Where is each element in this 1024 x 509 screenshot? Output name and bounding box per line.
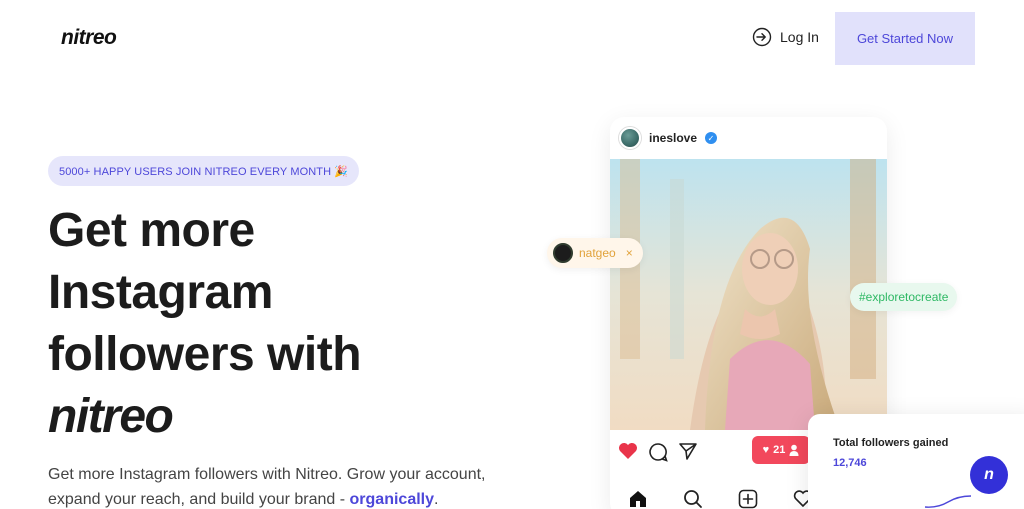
search-icon[interactable] [683,489,703,509]
home-icon[interactable] [628,489,648,509]
followers-stats-card: Total followers gained 12,746 n [808,414,1024,509]
get-started-button[interactable]: Get Started Now [835,12,975,65]
headline-line-1: Get more [48,204,255,257]
like-count: 21 [773,444,786,456]
headline-line-3: followers with [48,328,362,381]
person-icon [789,444,799,456]
comment-icon[interactable] [648,442,668,462]
headline-line-2: Instagram [48,266,273,319]
post-photo [610,159,887,430]
tag-natgeo[interactable]: natgeo × [547,238,643,268]
tag-natgeo-label: natgeo [579,246,616,260]
likes-notification-badge: ♥ 21 [752,436,810,464]
like-heart-icon: ♥ [762,444,770,456]
avatar[interactable] [619,127,641,149]
login-label: Log In [780,29,819,45]
login-link[interactable]: Log In [752,27,819,47]
heart-icon[interactable] [618,442,638,460]
natgeo-avatar [553,243,573,263]
log-in-icon [752,27,772,47]
post-header: ineslove ✓ [610,117,887,159]
close-icon[interactable]: × [626,246,633,260]
verified-icon: ✓ [705,132,718,144]
nitreo-chat-button[interactable]: n [970,456,1008,494]
happy-users-badge: 5000+ HAPPY USERS JOIN NITREO EVERY MONT… [48,156,360,186]
headline-brand: nitreo [48,390,174,443]
subtext-highlight: organically [349,491,435,508]
hero-subtext: Get more Instagram followers with Nitreo… [48,462,508,509]
send-icon[interactable] [678,441,698,461]
hero-headline: Get more Instagram followers with nitreo [48,200,362,448]
stats-value: 12,746 [833,457,867,469]
subtext-end: . [434,491,439,508]
stats-label: Total followers gained [833,437,949,449]
tag-exploretocreate[interactable]: #exploretocreate [850,283,958,311]
add-icon[interactable] [738,489,758,509]
logo[interactable]: nitreo [61,26,117,50]
post-username[interactable]: ineslove [649,131,697,145]
post-photo-illustration [610,159,887,430]
